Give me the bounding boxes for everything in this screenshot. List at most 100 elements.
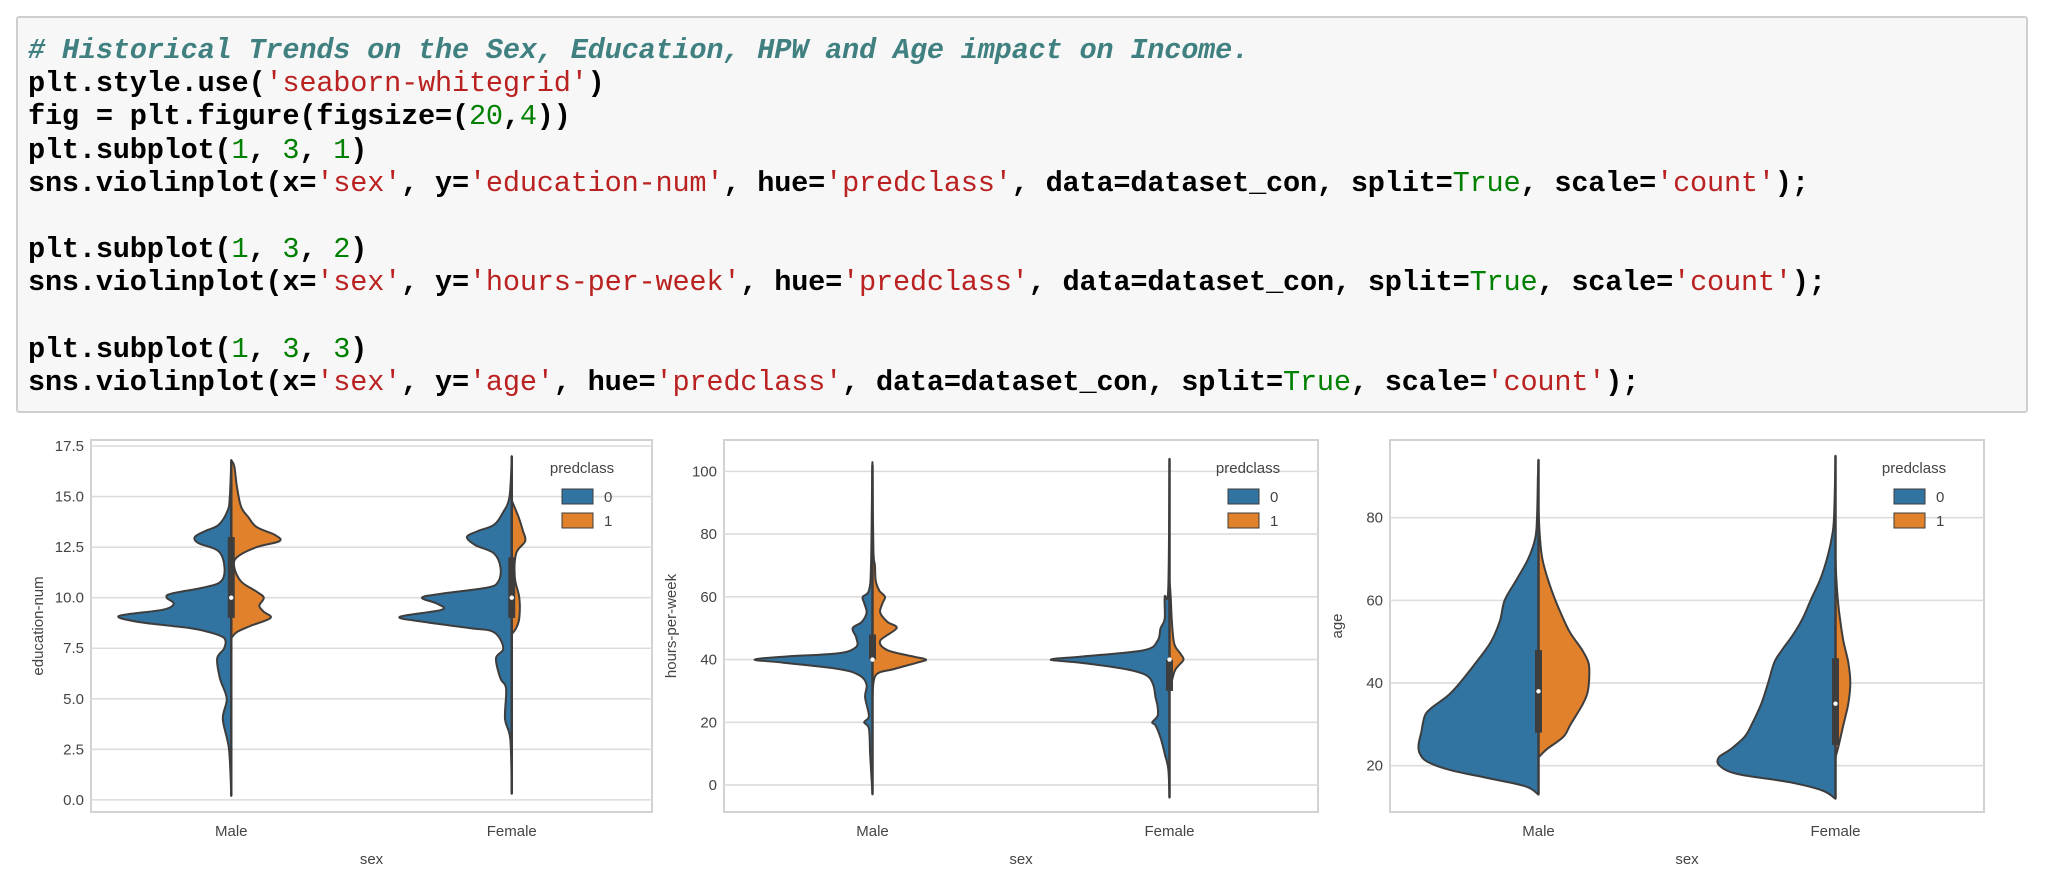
code-token-string: 'count': [1673, 266, 1792, 300]
median-marker: [1167, 657, 1172, 662]
median-marker: [1833, 701, 1838, 706]
legend-title: predclass: [550, 460, 614, 477]
code-token-comment: # Historical Trends on the Sex, Educatio…: [28, 34, 1250, 67]
y-tick-label: 20: [1366, 758, 1383, 775]
violin-plots-figure: 0.0 2.5 5.0 7.5 10.0 12.5 15.0 17.5 Male Female se…: [30, 438, 1985, 868]
legend-label: 1: [1270, 513, 1278, 530]
code-token-plain: , scale=: [1350, 365, 1487, 399]
code-line: plt.subplot(1, 3, 1): [28, 134, 1826, 167]
legend-title: predclass: [1216, 460, 1280, 477]
median-marker: [229, 595, 234, 600]
y-tick-label: 12.5: [55, 539, 84, 556]
code-token-plain: plt.subplot(: [28, 332, 232, 366]
y-tick-label: 0: [709, 777, 717, 794]
code-token-plain: , data=dataset_con, split=: [842, 365, 1284, 399]
code-token-plain: ): [350, 233, 368, 267]
code-token-plain: , scale=: [1537, 266, 1674, 300]
code-token-plain: ,: [502, 100, 520, 134]
code-token-plain: , scale=: [1520, 166, 1657, 200]
y-tick-label: 80: [700, 526, 717, 543]
code-token-number: 2: [333, 233, 351, 267]
code-token-number: 1: [333, 133, 351, 167]
code-token-plain: ,: [299, 233, 334, 267]
code-token-plain: );: [1791, 266, 1826, 300]
legend-swatch-0: [1893, 488, 1926, 505]
median-marker: [870, 657, 875, 662]
code-token-number: 1: [231, 133, 249, 167]
code-line: fig = plt.figure(figsize=(20,4)): [28, 100, 1826, 133]
y-tick-label: 60: [700, 589, 717, 606]
y-tick-label: 100: [692, 463, 717, 480]
code-token-plain: sns.violinplot(x=: [28, 365, 317, 399]
code-token-plain: , hue=: [553, 365, 656, 399]
legend-swatch-0: [1227, 488, 1260, 505]
y-axis-label: age: [1329, 613, 1346, 638]
y-tick-label: 40: [1366, 675, 1383, 692]
y-tick-label: 5.0: [63, 691, 84, 708]
x-tick-label: Female: [1810, 823, 1860, 840]
code-token-plain: , data=dataset_con, split=: [1028, 266, 1470, 300]
y-tick-label: 7.5: [63, 640, 84, 657]
code-token-plain: , y=: [401, 166, 469, 200]
code-token-string: 'age': [468, 365, 554, 399]
code-line: sns.violinplot(x='sex', y='hours-per-wee…: [28, 266, 1826, 299]
code-token-plain: , hue=: [723, 166, 826, 200]
code-token-number: 3: [333, 332, 351, 366]
code-line: plt.subplot(1, 3, 2): [28, 233, 1826, 266]
code-token-plain: ,: [299, 332, 334, 366]
y-tick-label: 17.5: [55, 438, 84, 455]
code-token-string: 'education-num': [468, 166, 724, 200]
code-token-number: 3: [282, 133, 300, 167]
x-axis-label: sex: [1009, 851, 1033, 868]
y-axis-label: education-num: [30, 576, 47, 675]
y-tick-label: 15.0: [55, 489, 84, 506]
x-tick-label: Male: [1522, 823, 1555, 840]
subplot-3: 20 40 60 80 Male Female sex age predclass 0 1: [1329, 439, 1985, 868]
code-token-number: True: [1283, 365, 1351, 399]
x-axis-label: sex: [1675, 851, 1699, 868]
code-editor[interactable]: # Historical Trends on the Sex, Educatio…: [28, 34, 1826, 399]
code-token-plain: ): [350, 332, 368, 366]
code-token-number: 3: [282, 332, 300, 366]
x-tick-label: Male: [215, 823, 248, 840]
y-tick-label: 0.0: [63, 792, 84, 809]
code-token-plain: ): [587, 67, 605, 101]
code-token-plain: ,: [299, 133, 334, 167]
code-line: plt.style.use('seaborn-whitegrid'): [28, 67, 1826, 100]
code-token-string: 'predclass': [655, 365, 843, 399]
code-token-string: 'sex': [316, 365, 402, 399]
code-token-plain: ): [350, 133, 368, 167]
code-token-string: 'sex': [316, 266, 402, 300]
code-token-plain: sns.violinplot(x=: [28, 266, 317, 300]
code-token-plain: ,: [248, 133, 283, 167]
legend-title: predclass: [1882, 460, 1946, 477]
code-token-plain: );: [1605, 365, 1640, 399]
median-marker: [1536, 689, 1541, 694]
legend-label: 0: [1270, 489, 1278, 506]
y-tick-label: 10.0: [55, 590, 84, 607]
code-token-string: 'count': [1656, 166, 1775, 200]
legend-swatch-1: [561, 512, 594, 529]
x-axis-label: sex: [360, 851, 384, 868]
y-tick-label: 2.5: [63, 741, 84, 758]
subplot-2: 0 20 40 60 80 100 Male Female sex hours-per-week p…: [663, 439, 1319, 868]
y-axis-label: hours-per-week: [663, 573, 680, 678]
code-line: plt.subplot(1, 3, 3): [28, 333, 1826, 366]
code-token-plain: plt.subplot(: [28, 233, 232, 267]
code-token-number: 3: [282, 233, 300, 267]
legend-label: 1: [1936, 513, 1944, 530]
y-tick-label: 80: [1366, 510, 1383, 527]
legend-swatch-1: [1893, 512, 1926, 529]
code-token-number: 4: [519, 100, 537, 134]
code-token-number: 1: [231, 233, 249, 267]
code-line: # Historical Trends on the Sex, Educatio…: [28, 34, 1826, 67]
code-token-string: 'seaborn-whitegrid': [265, 67, 588, 101]
code-cell[interactable]: # Historical Trends on the Sex, Educatio…: [16, 16, 2028, 413]
code-token-number: True: [1452, 166, 1521, 200]
code-token-plain: , y=: [401, 266, 469, 300]
legend-swatch-1: [1227, 512, 1260, 529]
y-tick-label: 60: [1366, 592, 1383, 609]
code-token-plain: , y=: [401, 365, 469, 399]
